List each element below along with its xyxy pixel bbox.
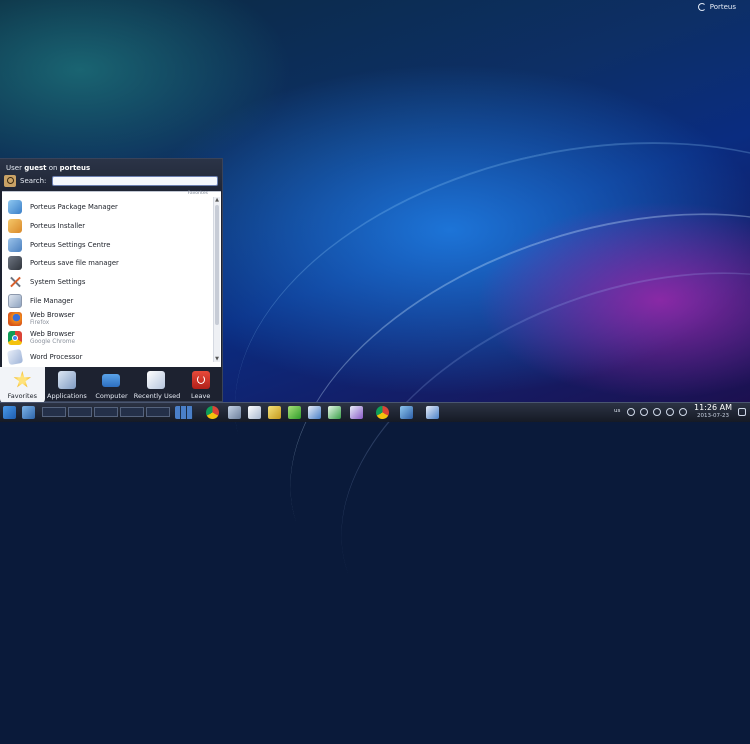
applications-icon bbox=[57, 371, 76, 389]
list-item[interactable]: Porteus Package Manager bbox=[2, 198, 212, 217]
bluetooth-icon[interactable] bbox=[653, 408, 661, 416]
on-word: on bbox=[48, 164, 58, 172]
search-input[interactable] bbox=[52, 176, 219, 186]
favorites-list: Porteus Package Manager Porteus Installe… bbox=[2, 198, 212, 366]
item-name: System Settings bbox=[30, 278, 86, 287]
scroll-thumb[interactable] bbox=[215, 205, 219, 325]
tab-label: Applications bbox=[47, 392, 87, 400]
impress-icon[interactable] bbox=[350, 406, 363, 419]
favorites-caption: Favorites bbox=[187, 191, 208, 196]
computer-icon bbox=[102, 374, 121, 387]
list-item[interactable]: File Manager bbox=[2, 291, 212, 310]
tab-computer[interactable]: Computer bbox=[89, 367, 134, 403]
tab-label: Computer bbox=[95, 392, 128, 400]
tab-label: Recently Used bbox=[133, 392, 181, 400]
list-item[interactable]: Porteus Settings Centre bbox=[2, 235, 212, 254]
taskbar: us 11:26 AM 2013-07-23 bbox=[0, 402, 750, 422]
tab-label: Leave bbox=[191, 392, 211, 400]
chrome-launcher-icon[interactable] bbox=[206, 406, 219, 419]
save-file-icon bbox=[8, 256, 22, 271]
show-desktop-icon[interactable] bbox=[22, 406, 35, 419]
volume-icon[interactable] bbox=[627, 408, 635, 416]
item-name: Porteus Installer bbox=[30, 222, 86, 231]
list-item[interactable]: Web Browser Google Chrome bbox=[2, 329, 212, 348]
settings-centre-icon bbox=[8, 237, 22, 252]
tab-label: Favorites bbox=[7, 392, 37, 400]
file-manager-icon bbox=[8, 293, 22, 308]
clock[interactable]: 11:26 AM 2013-07-23 bbox=[694, 404, 732, 420]
chrome-icon bbox=[8, 331, 22, 346]
tab-recently-used[interactable]: Recently Used bbox=[133, 367, 181, 403]
firefox-icon bbox=[8, 312, 22, 327]
scroll-down-icon[interactable]: ▼ bbox=[214, 356, 220, 362]
desktop-pager-4[interactable] bbox=[120, 407, 144, 417]
item-name: Web Browser bbox=[30, 330, 75, 339]
pidgin-icon[interactable] bbox=[268, 406, 281, 419]
chrome-window-icon[interactable] bbox=[376, 406, 389, 419]
leaf-app-icon[interactable] bbox=[288, 406, 301, 419]
search-row: Search: bbox=[4, 175, 219, 187]
installer-icon bbox=[8, 219, 22, 234]
item-name: Word Processor bbox=[30, 352, 83, 361]
text-editor-icon[interactable] bbox=[228, 406, 241, 419]
launcher-tabs: Favorites Applications Computer Recently… bbox=[0, 367, 223, 403]
user-info: User guest on porteus bbox=[6, 164, 90, 172]
item-name: Porteus Settings Centre bbox=[30, 240, 111, 249]
list-item[interactable]: Web Browser Firefox bbox=[2, 310, 212, 329]
list-item[interactable]: Porteus Installer bbox=[2, 217, 212, 236]
tab-leave[interactable]: Leave bbox=[178, 367, 223, 403]
item-name: File Manager bbox=[30, 296, 74, 305]
word-processor-icon bbox=[6, 348, 24, 365]
item-name: Web Browser bbox=[30, 311, 75, 320]
desktop-pager-1[interactable] bbox=[42, 407, 66, 417]
desktop-pager-5[interactable] bbox=[146, 407, 170, 417]
star-icon bbox=[13, 371, 31, 388]
document-window-icon[interactable] bbox=[426, 406, 439, 419]
search-icon bbox=[4, 175, 16, 187]
desktop-pager-3[interactable] bbox=[94, 407, 118, 417]
item-name: Porteus Package Manager bbox=[30, 203, 118, 212]
moon-icon bbox=[697, 3, 706, 11]
item-name: Porteus save file manager bbox=[30, 259, 119, 268]
clock-icon bbox=[147, 371, 166, 389]
corner-label-text: Porteus bbox=[709, 3, 736, 11]
writer-icon[interactable] bbox=[308, 406, 321, 419]
application-launcher-menu: User guest on porteus Search: Favorites … bbox=[0, 158, 223, 403]
notifications-icon[interactable] bbox=[738, 408, 746, 416]
tab-applications[interactable]: Applications bbox=[45, 367, 90, 403]
window-list-icon[interactable] bbox=[175, 406, 193, 419]
wifi-icon[interactable] bbox=[666, 408, 674, 416]
scroll-up-icon[interactable]: ▲ bbox=[214, 197, 220, 203]
favorites-scrollbar[interactable]: ▲ ▼ bbox=[213, 197, 220, 362]
keyboard-layout[interactable]: us bbox=[614, 408, 620, 414]
clipboard-icon[interactable] bbox=[640, 408, 648, 416]
user-prefix: User bbox=[6, 164, 22, 172]
start-menu-button[interactable] bbox=[3, 406, 16, 419]
clock-date: 2013-07-23 bbox=[697, 413, 729, 419]
package-manager-icon bbox=[8, 200, 22, 215]
host-name: porteus bbox=[59, 164, 91, 172]
user-name: guest bbox=[24, 164, 47, 172]
desktop-corner-widget[interactable]: Porteus bbox=[697, 3, 736, 11]
document-icon[interactable] bbox=[248, 406, 261, 419]
list-item[interactable]: Porteus save file manager bbox=[2, 254, 212, 273]
tab-favorites[interactable]: Favorites bbox=[0, 367, 45, 403]
settings-tray-icon[interactable] bbox=[679, 408, 687, 416]
list-item[interactable]: System Settings bbox=[2, 273, 212, 292]
system-settings-icon bbox=[8, 275, 22, 289]
calc-icon[interactable] bbox=[328, 406, 341, 419]
item-subtitle: Firefox bbox=[30, 320, 50, 327]
launcher-header: User guest on porteus Search: bbox=[0, 159, 222, 191]
clock-time: 11:26 AM bbox=[694, 403, 732, 412]
desktop-pager-2[interactable] bbox=[68, 407, 92, 417]
package-manager-window-icon[interactable] bbox=[400, 406, 413, 419]
favorites-panel: Favorites Porteus Package Manager Porteu… bbox=[2, 191, 221, 367]
item-subtitle: Google Chrome bbox=[30, 339, 76, 346]
search-label: Search: bbox=[20, 177, 47, 185]
list-item[interactable]: Word Processor bbox=[2, 348, 212, 367]
power-icon bbox=[191, 371, 210, 389]
